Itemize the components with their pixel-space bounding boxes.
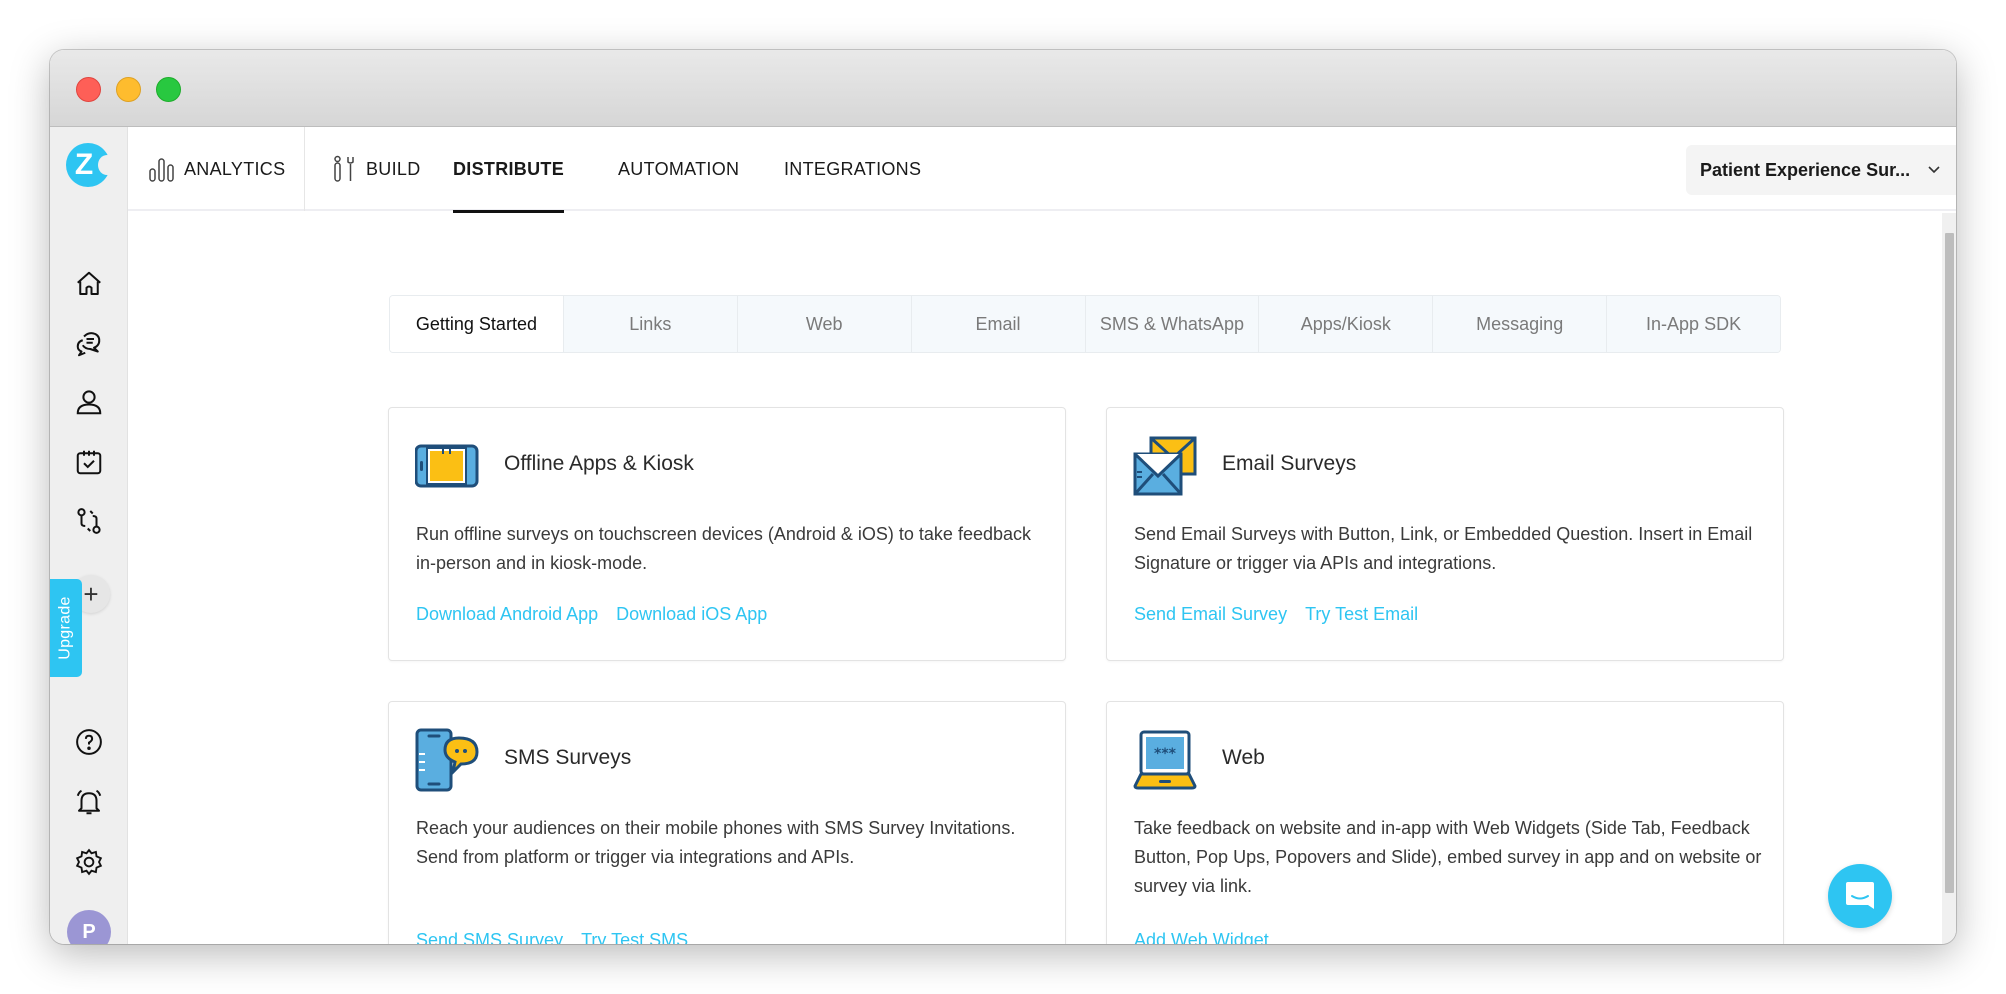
sidebar-item-contacts[interactable] — [72, 385, 106, 419]
tab-apps-kiosk[interactable]: Apps/Kiosk — [1258, 296, 1433, 352]
tab-sms-whatsapp[interactable]: SMS & WhatsApp — [1084, 296, 1259, 352]
tab-getting-started[interactable]: Getting Started — [390, 296, 563, 352]
build-tools-icon — [334, 155, 354, 182]
calendar-check-icon — [76, 450, 102, 475]
user-icon — [76, 390, 102, 415]
home-icon — [77, 271, 101, 295]
analytics-icon — [149, 158, 174, 182]
nav-distribute[interactable]: DISTRIBUTE — [453, 127, 564, 213]
sidebar-item-home[interactable] — [72, 267, 106, 301]
nav-divider — [304, 127, 305, 211]
close-window-button[interactable] — [76, 77, 101, 102]
svg-text:***: *** — [1154, 746, 1177, 762]
tablet-kiosk-icon — [415, 444, 479, 488]
user-avatar[interactable]: P — [67, 910, 111, 944]
sidebar-item-tasks[interactable] — [72, 445, 106, 479]
laptop-icon: *** — [1133, 730, 1197, 790]
card-links: Download Android App Download iOS App — [416, 604, 767, 625]
nav-automation[interactable]: AUTOMATION — [618, 127, 739, 211]
card-title: SMS Surveys — [504, 746, 632, 769]
card-title: Offline Apps & Kiosk — [504, 452, 694, 475]
survey-selector-dropdown[interactable]: Patient Experience Sur... — [1686, 145, 1956, 195]
upgrade-button[interactable]: Upgrade — [50, 579, 82, 677]
sidebar: Z + Upgrade P — [50, 127, 128, 944]
help-icon — [76, 729, 102, 755]
send-sms-survey-link[interactable]: Send SMS Survey — [416, 930, 563, 944]
envelope-icon — [1133, 436, 1197, 496]
card-offline-apps: Offline Apps & Kiosk Run offline surveys… — [388, 407, 1066, 661]
sidebar-item-help[interactable] — [72, 725, 106, 759]
top-navigation: ANALYTICS BUILD DISTRIBUTE AUTOMATION IN… — [128, 127, 1956, 213]
chat-icon — [76, 332, 101, 357]
sidebar-item-workflows[interactable] — [72, 504, 106, 538]
distribution-tabs: Getting Started Links Web Email SMS & Wh… — [389, 295, 1781, 353]
sidebar-item-settings[interactable] — [72, 845, 106, 879]
download-android-app-link[interactable]: Download Android App — [416, 604, 598, 625]
card-links: Add Web Widget — [1134, 930, 1269, 944]
sidebar-item-conversations[interactable] — [72, 327, 106, 361]
main-content: Getting Started Links Web Email SMS & Wh… — [128, 213, 1940, 944]
try-test-email-link[interactable]: Try Test Email — [1305, 604, 1418, 625]
card-web: *** Web Take feedback on website and in-… — [1106, 701, 1784, 944]
app-logo[interactable]: Z — [66, 143, 116, 187]
card-title: Web — [1222, 746, 1265, 769]
chat-bubble-icon — [1846, 882, 1874, 909]
sidebar-item-notifications[interactable] — [72, 785, 106, 819]
card-sms-surveys: SMS Surveys Reach your audiences on thei… — [388, 701, 1066, 944]
gear-icon — [75, 848, 103, 876]
browser-window: Z + Upgrade P ANALYTICS BUILD DISTRIBUTE… — [50, 50, 1956, 944]
support-chat-button[interactable] — [1828, 864, 1892, 928]
nav-integrations[interactable]: INTEGRATIONS — [784, 127, 921, 211]
workflow-icon — [77, 508, 101, 534]
bell-icon — [76, 789, 102, 815]
try-test-sms-link[interactable]: Try Test SMS — [581, 930, 688, 944]
card-description: Take feedback on website and in-app with… — [1134, 818, 1762, 896]
vertical-scrollbar[interactable] — [1942, 213, 1956, 944]
nav-build[interactable]: BUILD — [332, 127, 421, 211]
card-links: Send Email Survey Try Test Email — [1134, 604, 1418, 625]
add-web-widget-link[interactable]: Add Web Widget — [1134, 930, 1269, 944]
tab-links[interactable]: Links — [562, 296, 737, 352]
card-links: Send SMS Survey Try Test SMS — [416, 930, 688, 944]
tab-messaging[interactable]: Messaging — [1432, 296, 1607, 352]
title-bar — [50, 50, 1956, 127]
desktop: Z + Upgrade P ANALYTICS BUILD DISTRIBUTE… — [0, 0, 2006, 994]
card-title: Email Surveys — [1222, 452, 1357, 475]
sms-phone-icon — [415, 728, 479, 792]
send-email-survey-link[interactable]: Send Email Survey — [1134, 604, 1287, 625]
minimize-window-button[interactable] — [116, 77, 141, 102]
download-ios-app-link[interactable]: Download iOS App — [616, 604, 767, 625]
maximize-window-button[interactable] — [156, 77, 181, 102]
chevron-down-icon — [1928, 166, 1940, 174]
tab-email[interactable]: Email — [910, 296, 1085, 352]
tab-in-app-sdk[interactable]: In-App SDK — [1606, 296, 1780, 352]
tab-web[interactable]: Web — [736, 296, 911, 352]
card-email-surveys: Email Surveys Send Email Surveys with Bu… — [1106, 407, 1784, 661]
nav-analytics[interactable]: ANALYTICS — [148, 127, 285, 211]
card-description: Run offline surveys on touchscreen devic… — [416, 524, 1031, 573]
scrollbar-thumb[interactable] — [1945, 233, 1954, 893]
card-description: Send Email Surveys with Button, Link, or… — [1134, 524, 1753, 573]
card-description: Reach your audiences on their mobile pho… — [416, 818, 1016, 867]
